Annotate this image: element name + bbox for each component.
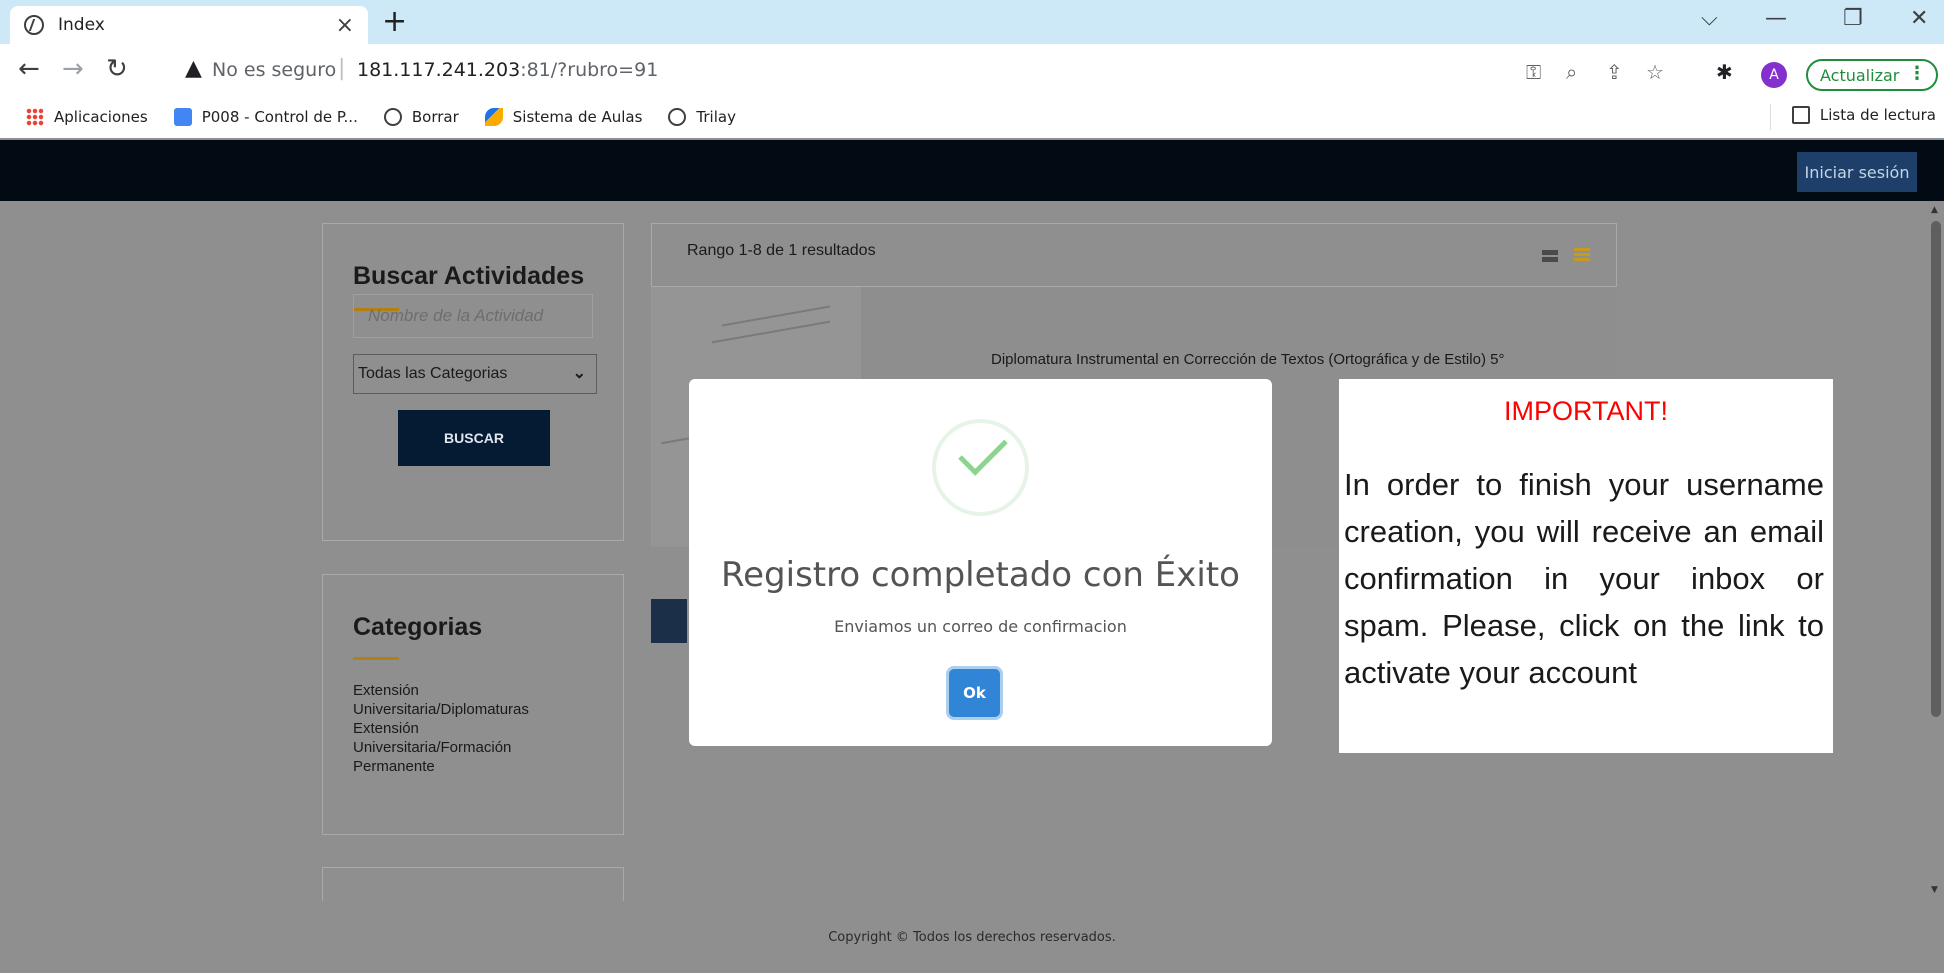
zoom-icon[interactable]: ⌕ [1566, 60, 1577, 84]
footer: Copyright © Todos los derechos reservado… [0, 901, 1944, 973]
update-button[interactable]: Actualizar ⋮ [1806, 59, 1938, 91]
category-select[interactable]: Todas las Categorias ⌄ [353, 354, 597, 394]
scroll-thumb[interactable] [1931, 221, 1941, 717]
apps-grid-icon [26, 108, 44, 126]
url-separator: | [338, 56, 346, 81]
bookmark-label: Borrar [411, 108, 459, 126]
success-check-icon [932, 419, 1029, 516]
category-link[interactable]: Extensión Universitaria/Formación Perman… [353, 719, 543, 776]
activity-title[interactable]: Diplomatura Instrumental en Corrección d… [991, 351, 1504, 368]
category-select-value: Todas las Categorias [358, 365, 508, 382]
bookmark-borrar[interactable]: Borrar [383, 108, 459, 126]
tab-title: Index [58, 15, 105, 35]
chevron-down-icon: ⌄ [572, 365, 586, 382]
minimize-icon[interactable]: — [1765, 6, 1787, 31]
reading-list-button[interactable]: Lista de lectura [1791, 106, 1936, 124]
globe-icon [668, 108, 687, 126]
bookmarks-divider [1770, 104, 1771, 130]
results-range: Rango 1-8 de 1 resultados [687, 242, 876, 259]
important-note: IMPORTANT! In order to finish your usern… [1339, 379, 1833, 753]
grid-view-icon[interactable] [1542, 250, 1558, 262]
url-path: :81/?rubro=91 [520, 59, 659, 81]
reload-icon[interactable]: ↻ [106, 54, 128, 84]
site-navbar: Iniciar sesión [0, 140, 1944, 201]
title-underline [353, 657, 399, 660]
activity-search-input[interactable]: Nombre de la Actividad [353, 294, 593, 338]
bookmark-label: P008 - Control de P... [201, 108, 358, 126]
results-header: Rango 1-8 de 1 resultados [651, 223, 1617, 287]
bookmark-label: Trilay [696, 108, 736, 126]
categories-title: Categorias [353, 613, 483, 641]
modal-subtitle: Enviamos un correo de confirmacion [834, 617, 1127, 636]
tab-search-icon[interactable]: ⌵ [1701, 6, 1718, 31]
search-title: Buscar Actividades [353, 262, 585, 290]
note-body: In order to finish your username creatio… [1344, 467, 1824, 690]
note-title: IMPORTANT! [1503, 396, 1668, 426]
copyright-text: Copyright © Todos los derechos reservado… [828, 929, 1116, 945]
list-view-icon[interactable] [1574, 248, 1590, 262]
forward-icon[interactable]: → [62, 54, 84, 84]
scroll-up-icon[interactable]: ▲ [1931, 205, 1938, 215]
extensions-icon[interactable]: ✱ [1716, 60, 1733, 84]
globe-icon [383, 108, 402, 126]
profile-avatar[interactable]: A [1761, 62, 1787, 88]
success-modal: Registro completado con Éxito Enviamos u… [689, 379, 1272, 746]
close-window-icon[interactable]: ✕ [1910, 6, 1928, 31]
bookmark-p008[interactable]: P008 - Control de P... [173, 108, 358, 126]
category-link[interactable]: Extensión Universitaria/Diplomaturas [353, 681, 543, 719]
ok-button[interactable]: Ok [949, 669, 1000, 717]
url-host: 181.117.241.203 [357, 59, 521, 81]
new-tab-button[interactable]: + [382, 4, 407, 39]
pagination-button[interactable] [651, 599, 687, 643]
key-icon[interactable]: ⚿ [1526, 60, 1541, 84]
globe-icon [24, 15, 44, 35]
scroll-down-icon[interactable]: ▼ [1931, 885, 1938, 895]
bookmark-sistema-aulas[interactable]: Sistema de Aulas [484, 108, 643, 126]
page-scrollbar[interactable]: ▲ ▼ [1928, 201, 1944, 901]
docs-icon [173, 108, 192, 126]
search-panel: Buscar Actividades Nombre de la Activida… [322, 223, 624, 541]
browser-tabstrip: Index × + ⌵ — ❐ ✕ [0, 0, 1944, 44]
bookmark-trilay[interactable]: Trilay [668, 108, 736, 126]
login-button[interactable]: Iniciar sesión [1797, 152, 1917, 192]
reading-list-label: Lista de lectura [1819, 106, 1936, 124]
restore-icon[interactable]: ❐ [1843, 6, 1863, 31]
reading-list-icon [1791, 106, 1810, 124]
search-button[interactable]: BUSCAR [398, 410, 550, 466]
back-icon[interactable]: ← [18, 54, 40, 84]
bird-icon [484, 108, 503, 126]
share-icon[interactable]: ⇪ [1606, 60, 1623, 84]
modal-title: Registro completado con Éxito [721, 555, 1240, 595]
warning-icon[interactable]: ▲ [185, 56, 202, 81]
bookmark-star-icon[interactable]: ☆ [1646, 60, 1664, 84]
bookmark-label: Aplicaciones [54, 108, 148, 126]
update-label: Actualizar [1820, 65, 1900, 85]
menu-icon: ⋮ [1908, 63, 1926, 84]
security-label[interactable]: No es seguro [212, 59, 336, 81]
categories-panel: Categorias Extensión Universitaria/Diplo… [322, 574, 624, 835]
bookmark-label: Sistema de Aulas [512, 108, 643, 126]
browser-tab[interactable]: Index × [10, 6, 368, 44]
address-bar[interactable]: 181.117.241.203:81/?rubro=91 [357, 59, 658, 81]
bookmark-apps[interactable]: Aplicaciones [26, 108, 148, 126]
bookmarks-bar: Aplicaciones P008 - Control de P... Borr… [0, 96, 1944, 138]
close-tab-icon[interactable]: × [336, 13, 354, 38]
